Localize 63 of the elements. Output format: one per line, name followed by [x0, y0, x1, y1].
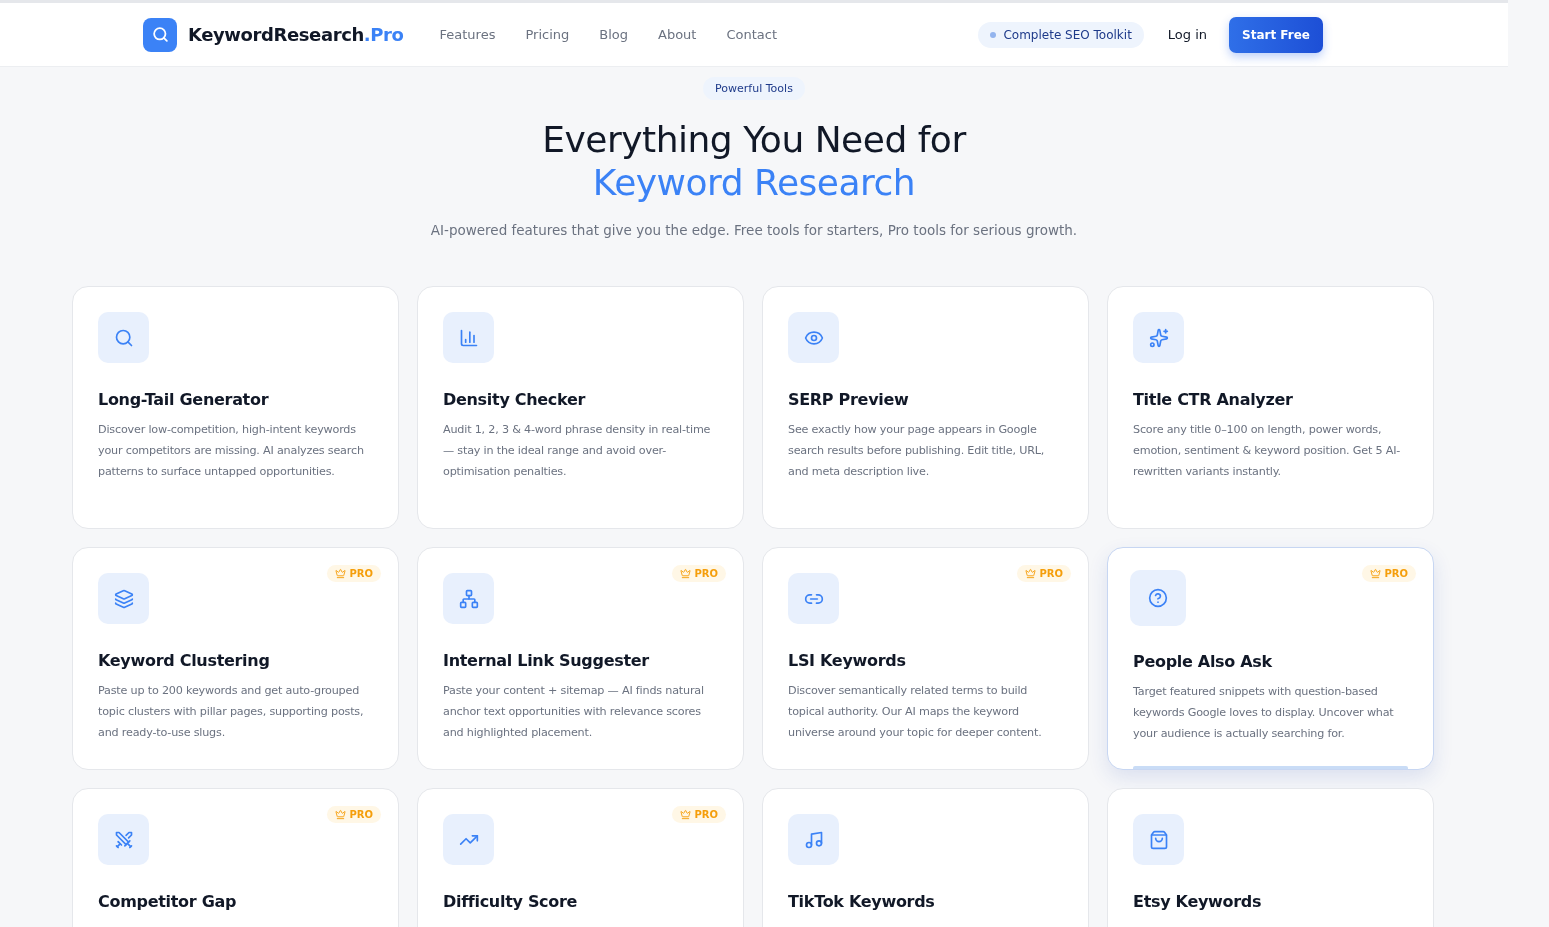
- card-description: Score any title 0–100 on length, power words, emotion, sentiment & keyword position. Get 5 AI-rewritten variants instantly.: [1133, 422, 1402, 480]
- card-title: Title CTR Analyzer: [1133, 390, 1294, 409]
- card-title: Internal Link Suggester: [443, 651, 650, 670]
- feature-card[interactable]: PRO LSI Keywords Discover semantically related terms to build topical authority. Our AI maps the keyword universe around your topic for deeper content.: [762, 547, 1089, 770]
- login-link[interactable]: Log in: [1167, 27, 1208, 42]
- question-icon: [1130, 570, 1186, 626]
- card-title: Competitor Gap: [98, 892, 238, 911]
- card-title: People Also Ask: [1133, 652, 1273, 671]
- section-badge: Powerful Tools: [703, 77, 805, 100]
- hero-subtitle: AI-powered features that give you the edge. Free tools for starters, Pro tools for serious growth.: [430, 222, 1078, 238]
- bar-chart-icon: [443, 312, 494, 363]
- feature-card[interactable]: SERP Preview See exactly how your page appears in Google search results before publishing. Edit title, URL, and meta description live.: [762, 286, 1089, 529]
- card-description: Audit 1, 2, 3 & 4-word phrase density in real-time — stay in the ideal range and avoid over-optimisation penalties.: [443, 422, 712, 480]
- logo-icon: [143, 17, 177, 52]
- shopping-bag-icon: [1133, 814, 1184, 865]
- card-description: Target featured snippets with question-based keywords Google loves to display. Uncover what your audience is actually searching for.: [1133, 684, 1395, 742]
- card-title: Long-Tail Generator: [98, 390, 270, 409]
- card-description: Discover low-competition, high-intent keywords your competitors are missing. AI analyzes search patterns to surface untapped opportunities.: [98, 422, 365, 480]
- feature-card[interactable]: Density Checker Audit 1, 2, 3 & 4-word phrase density in real-time — stay in the ideal range and avoid over-optimisation penalties.: [417, 286, 744, 529]
- hero-heading: Everything You Need for Keyword Research: [542, 118, 966, 204]
- card-description: See exactly how your page appears in Google search results before publishing. Edit title, URL, and meta description live.: [788, 422, 1046, 480]
- card-description: Paste up to 200 keywords and get auto-grouped topic clusters with pillar pages, supporting posts, and ready-to-use slugs.: [98, 683, 365, 741]
- nav-link[interactable]: Blog: [599, 27, 628, 42]
- feature-card[interactable]: Long-Tail Generator Discover low-competition, high-intent keywords your competitors are missing. AI analyzes search patterns to surface untapped opportunities.: [72, 286, 399, 529]
- feature-card[interactable]: TikTok Keywords: [762, 788, 1089, 927]
- layers-icon: [98, 573, 149, 624]
- pro-badge: PRO: [1362, 565, 1416, 582]
- card-title: Difficulty Score: [443, 892, 579, 911]
- logo-text[interactable]: KeywordResearch.Pro: [188, 24, 404, 45]
- feature-card[interactable]: PRO Competitor Gap: [72, 788, 399, 927]
- feature-card[interactable]: PRO People Also Ask Target featured snippets with question-based keywords Google loves to display. Uncover what your audience is actually searching for.: [1107, 547, 1434, 770]
- card-description: Discover semantically related terms to build topical authority. Our AI maps the keyword universe around your topic for deeper content.: [788, 683, 1043, 741]
- card-title: SERP Preview: [788, 390, 910, 409]
- network-icon: [443, 573, 494, 624]
- feature-card[interactable]: Etsy Keywords: [1107, 788, 1434, 927]
- trending-up-icon: [443, 814, 494, 865]
- pro-badge: PRO: [327, 806, 381, 823]
- card-title: Density Checker: [443, 390, 587, 409]
- nav-link[interactable]: Features: [439, 27, 496, 42]
- search-icon: [98, 312, 149, 363]
- card-title: Etsy Keywords: [1133, 892, 1263, 911]
- link-icon: [788, 573, 839, 624]
- card-title: Keyword Clustering: [98, 651, 271, 670]
- music-note-icon: [788, 814, 839, 865]
- swords-icon: [98, 814, 149, 865]
- card-title: LSI Keywords: [788, 651, 907, 670]
- card-description: Paste your content + sitemap — AI finds natural anchor text opportunities with relevance scores and highlighted placement.: [443, 683, 705, 741]
- feature-card[interactable]: PRO Internal Link Suggester Paste your content + sitemap — AI finds natural anchor text opportunities with relevance scores and highlighted placement.: [417, 547, 744, 770]
- pro-badge: PRO: [327, 565, 381, 582]
- pro-badge: PRO: [672, 806, 726, 823]
- nav-link[interactable]: Pricing: [525, 27, 570, 42]
- feature-card[interactable]: PRO Keyword Clustering Paste up to 200 keywords and get auto-grouped topic clusters with pillar pages, supporting posts, and ready-to-use slugs.: [72, 547, 399, 770]
- pro-badge: PRO: [672, 565, 726, 582]
- pro-badge: PRO: [1017, 565, 1071, 582]
- eye-icon: [788, 312, 839, 363]
- card-title: TikTok Keywords: [788, 892, 936, 911]
- feature-card[interactable]: PRO Difficulty Score: [417, 788, 744, 927]
- toolkit-badge: Complete SEO Toolkit: [978, 21, 1144, 48]
- start-free-button[interactable]: Start Free: [1229, 16, 1323, 53]
- nav-link[interactable]: About: [658, 27, 697, 42]
- nav-link[interactable]: Contact: [726, 27, 778, 42]
- feature-card[interactable]: Title CTR Analyzer Score any title 0–100 on length, power words, emotion, sentiment & keyword position. Get 5 AI-rewritten variants instantly.: [1107, 286, 1434, 529]
- sparkles-icon: [1133, 312, 1184, 363]
